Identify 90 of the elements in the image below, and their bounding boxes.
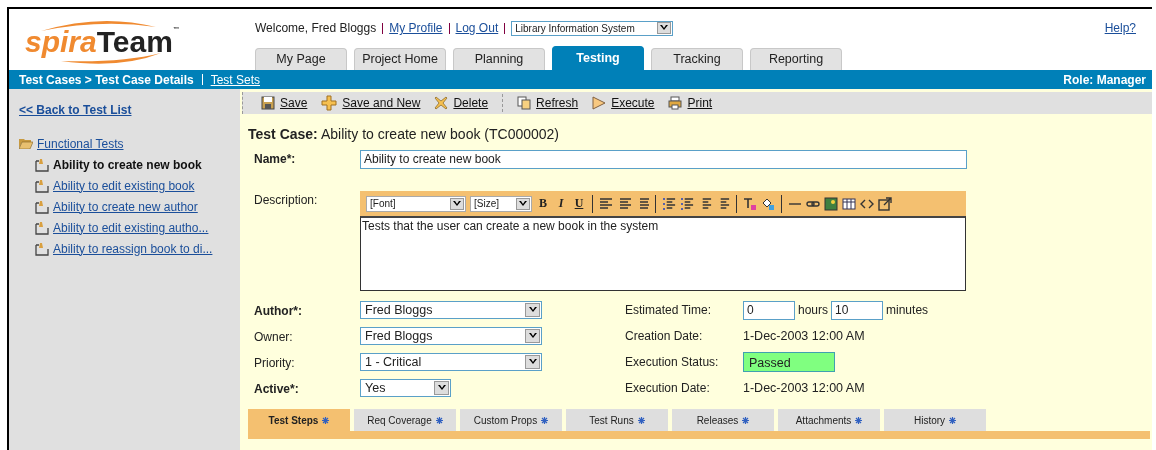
field-label: Execution Date: xyxy=(625,381,711,395)
image-icon[interactable] xyxy=(824,196,838,211)
test-case-icon xyxy=(35,241,49,256)
bold-button[interactable]: B xyxy=(536,196,550,211)
folder-link[interactable]: Functional Tests xyxy=(37,136,124,151)
test-case-link[interactable]: Ability to reassign book to di... xyxy=(53,241,213,256)
help-link[interactable]: Help? xyxy=(1104,21,1136,35)
align-left-icon[interactable] xyxy=(599,196,613,211)
italic-button[interactable]: I xyxy=(554,196,568,211)
nav-tab[interactable]: Tracking xyxy=(651,48,743,70)
nav-tab[interactable]: Project Home xyxy=(354,48,446,70)
breadcrumb-text: Test Cases > Test Case Details xyxy=(19,72,194,87)
underline-button[interactable]: U xyxy=(572,196,586,211)
field-label: Creation Date: xyxy=(625,329,704,343)
dropdown[interactable]: Fred Bloggs xyxy=(360,327,542,345)
welcome-text: Welcome, Fred Bloggs xyxy=(255,21,377,35)
field-label: Description: xyxy=(253,192,319,207)
name-field[interactable]: Ability to create new book xyxy=(360,150,967,169)
detail-tab[interactable]: History xyxy=(884,409,986,431)
folder-icon xyxy=(19,138,33,149)
asterisk-icon xyxy=(949,416,957,424)
text-color-icon[interactable] xyxy=(743,196,757,211)
nav-tab[interactable]: Testing xyxy=(552,46,644,70)
hours-field[interactable]: 0 xyxy=(743,300,795,320)
nav-tab[interactable]: Reporting xyxy=(750,48,842,70)
nav-tab[interactable]: My Page xyxy=(255,48,347,70)
test-case-link[interactable]: Ability to create new book xyxy=(53,157,202,172)
detail-tab[interactable]: Custom Props xyxy=(460,409,562,431)
field-label: Active*: xyxy=(253,381,300,396)
test-case-icon xyxy=(35,178,49,193)
bullet-list-icon[interactable] xyxy=(680,196,694,211)
detail-tab[interactable]: Attachments xyxy=(778,409,880,431)
nav-tab[interactable]: Planning xyxy=(453,48,545,70)
asterisk-icon xyxy=(637,416,645,424)
asterisk-icon xyxy=(541,416,549,424)
unit-label: hours xyxy=(798,303,829,317)
toolbar-button[interactable]: Execute xyxy=(592,96,655,110)
test-case-link[interactable]: Ability to edit existing book xyxy=(53,178,195,193)
field-label: Author*: xyxy=(253,303,303,318)
printer-icon xyxy=(668,96,683,110)
field-value: 1-Dec-2003 12:00 AM xyxy=(743,329,865,343)
unit-label: minutes xyxy=(886,303,929,317)
size-dropdown[interactable]: [Size] xyxy=(470,195,532,212)
detail-tab[interactable]: Releases xyxy=(672,409,774,431)
status-field: Passed xyxy=(743,352,835,372)
detail-tab[interactable]: Test Runs xyxy=(566,409,668,431)
back-link[interactable]: << Back to Test List xyxy=(19,103,240,117)
cross-icon xyxy=(434,96,449,110)
plus-icon xyxy=(321,95,338,111)
table-icon[interactable] xyxy=(842,196,856,211)
test-case-icon xyxy=(35,157,49,172)
dropdown[interactable]: Fred Bloggs xyxy=(360,301,542,319)
header-link[interactable]: My Profile xyxy=(389,21,443,35)
role-text: Role: Manager xyxy=(1063,72,1146,87)
asterisk-icon xyxy=(742,416,750,424)
test-case-icon xyxy=(35,220,49,235)
page-title: Test Case: Ability to create new book (TC000002) xyxy=(248,126,561,142)
refresh-icon xyxy=(517,96,532,110)
field-label: Execution Status: xyxy=(625,355,720,369)
fill-color-icon[interactable] xyxy=(761,196,775,211)
asterisk-icon xyxy=(855,416,863,424)
description-field[interactable]: Tests that the user can create a new book in the system xyxy=(360,216,966,291)
header-link[interactable]: Log Out xyxy=(455,21,499,35)
toolbar-button[interactable]: Refresh xyxy=(517,96,579,110)
field-label: Estimated Time: xyxy=(625,303,713,317)
test-sets-link[interactable]: Test Sets xyxy=(210,72,260,87)
toolbar-button[interactable]: Save and New xyxy=(321,95,421,111)
play-icon xyxy=(592,96,607,110)
test-case-link[interactable]: Ability to create new author xyxy=(53,199,198,214)
field-label: Priority: xyxy=(253,355,296,370)
font-dropdown[interactable]: [Font] xyxy=(366,195,466,212)
field-value: 1-Dec-2003 12:00 AM xyxy=(743,381,865,395)
minutes-field[interactable]: 10 xyxy=(831,300,884,320)
project-dropdown[interactable]: Library Information System xyxy=(511,20,674,36)
toolbar-button[interactable]: Delete xyxy=(434,96,489,110)
toolbar-button[interactable]: Save xyxy=(261,96,308,110)
field-label: Name*: xyxy=(253,151,297,166)
toolbar-button[interactable]: Print xyxy=(668,96,713,110)
asterisk-icon xyxy=(322,416,330,424)
field-label: Owner: xyxy=(253,329,294,344)
align-center-icon[interactable] xyxy=(617,196,631,211)
dropdown[interactable]: 1 - Critical xyxy=(360,353,542,371)
popout-icon[interactable] xyxy=(878,196,892,211)
test-case-link[interactable]: Ability to edit existing autho... xyxy=(53,220,209,235)
numbered-list-icon[interactable] xyxy=(662,196,676,211)
test-case-icon xyxy=(35,199,49,214)
asterisk-icon xyxy=(435,416,443,424)
detail-tab[interactable]: Test Steps xyxy=(248,409,350,431)
detail-tab[interactable]: Req Coverage xyxy=(354,409,456,431)
dropdown[interactable]: Yes xyxy=(360,379,451,397)
